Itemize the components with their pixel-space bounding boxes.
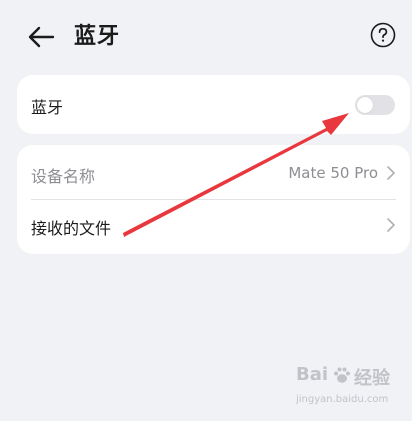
paw-logo-icon <box>334 367 350 383</box>
app-bar: 蓝牙 <box>0 0 412 72</box>
bluetooth-label: 蓝牙 <box>31 98 64 117</box>
baidu-jingyan-watermark: Bai 经验 jingyan.baidu.com <box>296 364 406 412</box>
chevron-right-icon <box>387 218 395 232</box>
device-settings-card: 设备名称 Mate 50 Pro 接收的文件 <box>17 145 410 254</box>
watermark-url: jingyan.baidu.com <box>296 394 389 405</box>
device-name-label: 设备名称 <box>31 167 96 186</box>
watermark-brand-right: 经验 <box>354 368 390 389</box>
page-title: 蓝牙 <box>74 24 121 49</box>
received-files-row[interactable]: 接收的文件 <box>17 200 410 254</box>
chevron-right-icon <box>387 166 395 180</box>
help-icon[interactable] <box>370 22 396 48</box>
received-files-label: 接收的文件 <box>31 219 112 238</box>
toggle-knob <box>357 97 373 113</box>
back-arrow-icon[interactable] <box>24 20 58 54</box>
watermark-brand-left: Bai <box>296 364 329 385</box>
device-name-row[interactable]: 设备名称 Mate 50 Pro <box>17 145 410 199</box>
bluetooth-toggle[interactable] <box>355 95 395 115</box>
device-name-value: Mate 50 Pro <box>288 164 378 182</box>
bluetooth-card: 蓝牙 <box>17 75 410 134</box>
